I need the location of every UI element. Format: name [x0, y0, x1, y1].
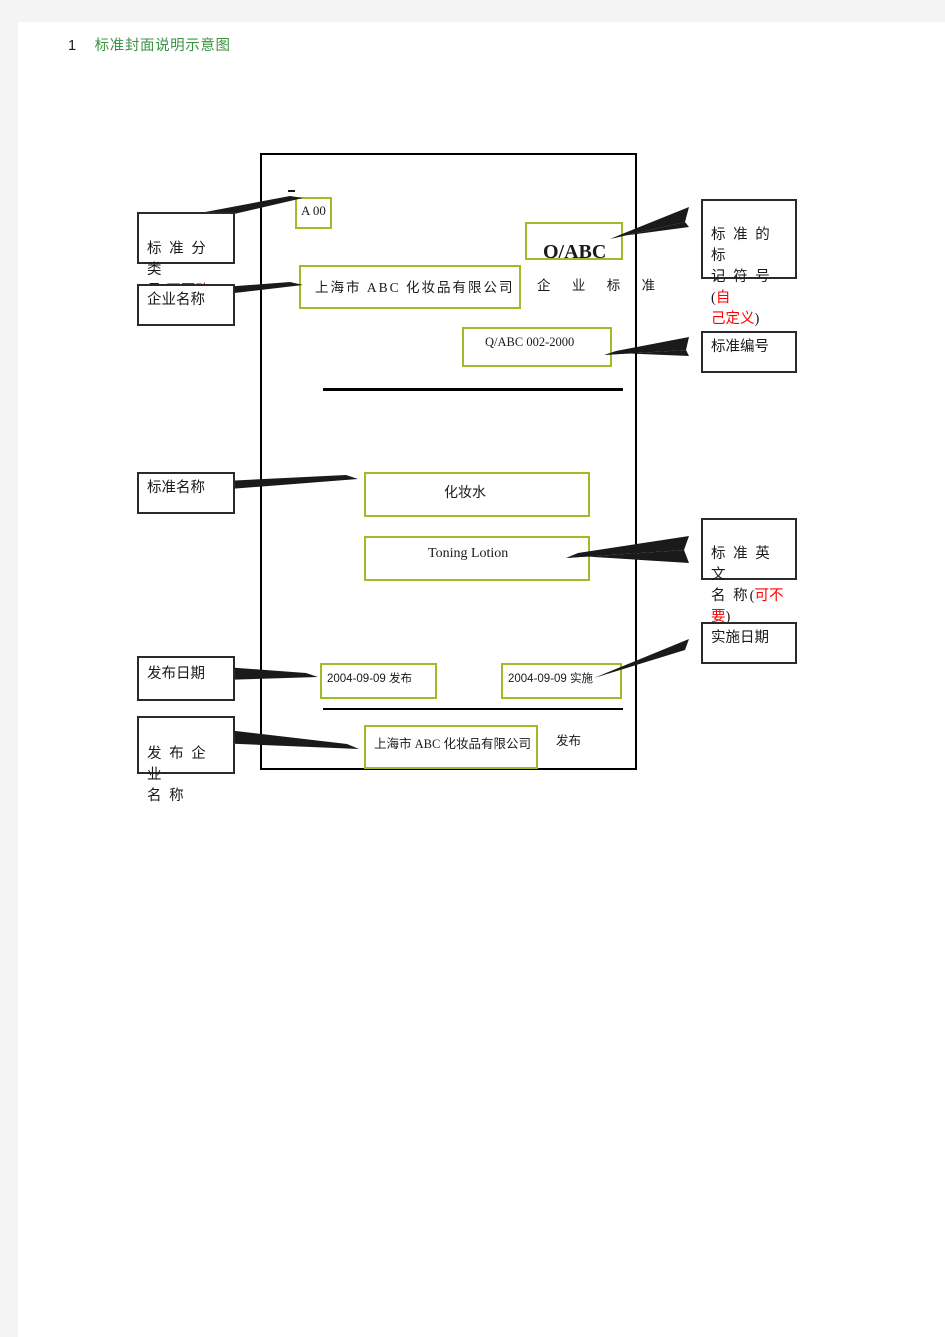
- callout-standard-name: 标准名称: [137, 472, 235, 514]
- standard-code-box: Q/ABC 002-2000: [462, 327, 612, 367]
- standard-name-en-text: Toning Lotion: [428, 546, 509, 561]
- callout-company-name: 企业名称: [137, 284, 235, 326]
- callout-standard-code: 标准编号: [701, 331, 797, 373]
- company-name-box: 上海市 ABC 化妆品有限公司: [299, 265, 521, 309]
- callout-company-name-text: 企业名称: [147, 292, 205, 308]
- issuer-company-box: 上海市 ABC 化妆品有限公司: [364, 725, 538, 769]
- callout-issue-date-text: 发布日期: [147, 666, 205, 682]
- callout-standard-code-text: 标准编号: [711, 339, 769, 355]
- issuer-suffix-text: 发布: [556, 734, 582, 748]
- company-name-text: 上海市 ABC 化妆品有限公司: [315, 280, 515, 295]
- issuer-company-text: 上海市 ABC 化妆品有限公司: [374, 737, 531, 751]
- callout-effective-date-text: 实施日期: [711, 630, 769, 646]
- standard-type-text: 企 业 标 准: [537, 278, 665, 293]
- cover-layout-diagram: A 00 上海市 ABC 化妆品有限公司 企 业 标 准 Q/ABC Q/ABC…: [18, 22, 945, 1337]
- standard-name-text: 化妆水: [444, 486, 486, 501]
- callout-issuer-company: 发 布 企 业名 称: [137, 716, 235, 804]
- standard-name-box: 化妆水: [364, 472, 590, 517]
- callout-effective-date: 实施日期: [701, 622, 797, 664]
- standard-code-text: Q/ABC 002-2000: [485, 335, 575, 349]
- issue-date-text: 2004-09-09 发布: [327, 673, 413, 685]
- callout-issue-date: 发布日期: [137, 656, 235, 701]
- callout-standard-name-en: 标 准 英 文名 称(可不 要): [701, 518, 797, 625]
- class-number-text: A 00: [301, 203, 326, 218]
- cover-lower-rule: [323, 708, 623, 710]
- issue-date-box: 2004-09-09 发布: [320, 663, 437, 699]
- standard-mark-text: Q/ABC: [543, 241, 607, 260]
- cover-upper-rule: [323, 388, 623, 391]
- standard-name-en-box: Toning Lotion: [364, 536, 590, 581]
- callout-standard-mark-text: 标 准 的 标记 符 号(自 己定义): [711, 227, 772, 328]
- effective-date-box: 2004-09-09 实施: [501, 663, 622, 699]
- corner-tick-mark: [288, 190, 295, 192]
- class-number-box: A 00: [295, 197, 332, 229]
- standard-mark-box: Q/ABC: [525, 222, 623, 260]
- callout-standard-mark: 标 准 的 标记 符 号(自 己定义): [701, 199, 797, 327]
- callout-standard-name-en-text: 标 准 英 文名 称(可不 要): [711, 546, 784, 626]
- callout-standard-name-text: 标准名称: [147, 480, 205, 496]
- effective-date-text: 2004-09-09 实施: [508, 673, 594, 685]
- callout-issuer-company-text: 发 布 企 业名 称: [147, 746, 208, 805]
- document-page: 1 标准封面说明示意图 A 00 上海市 ABC 化妆品有限公司 企 业 标 准…: [18, 22, 945, 1337]
- callout-class-number: 标 准 分 类号(不要改): [137, 212, 235, 299]
